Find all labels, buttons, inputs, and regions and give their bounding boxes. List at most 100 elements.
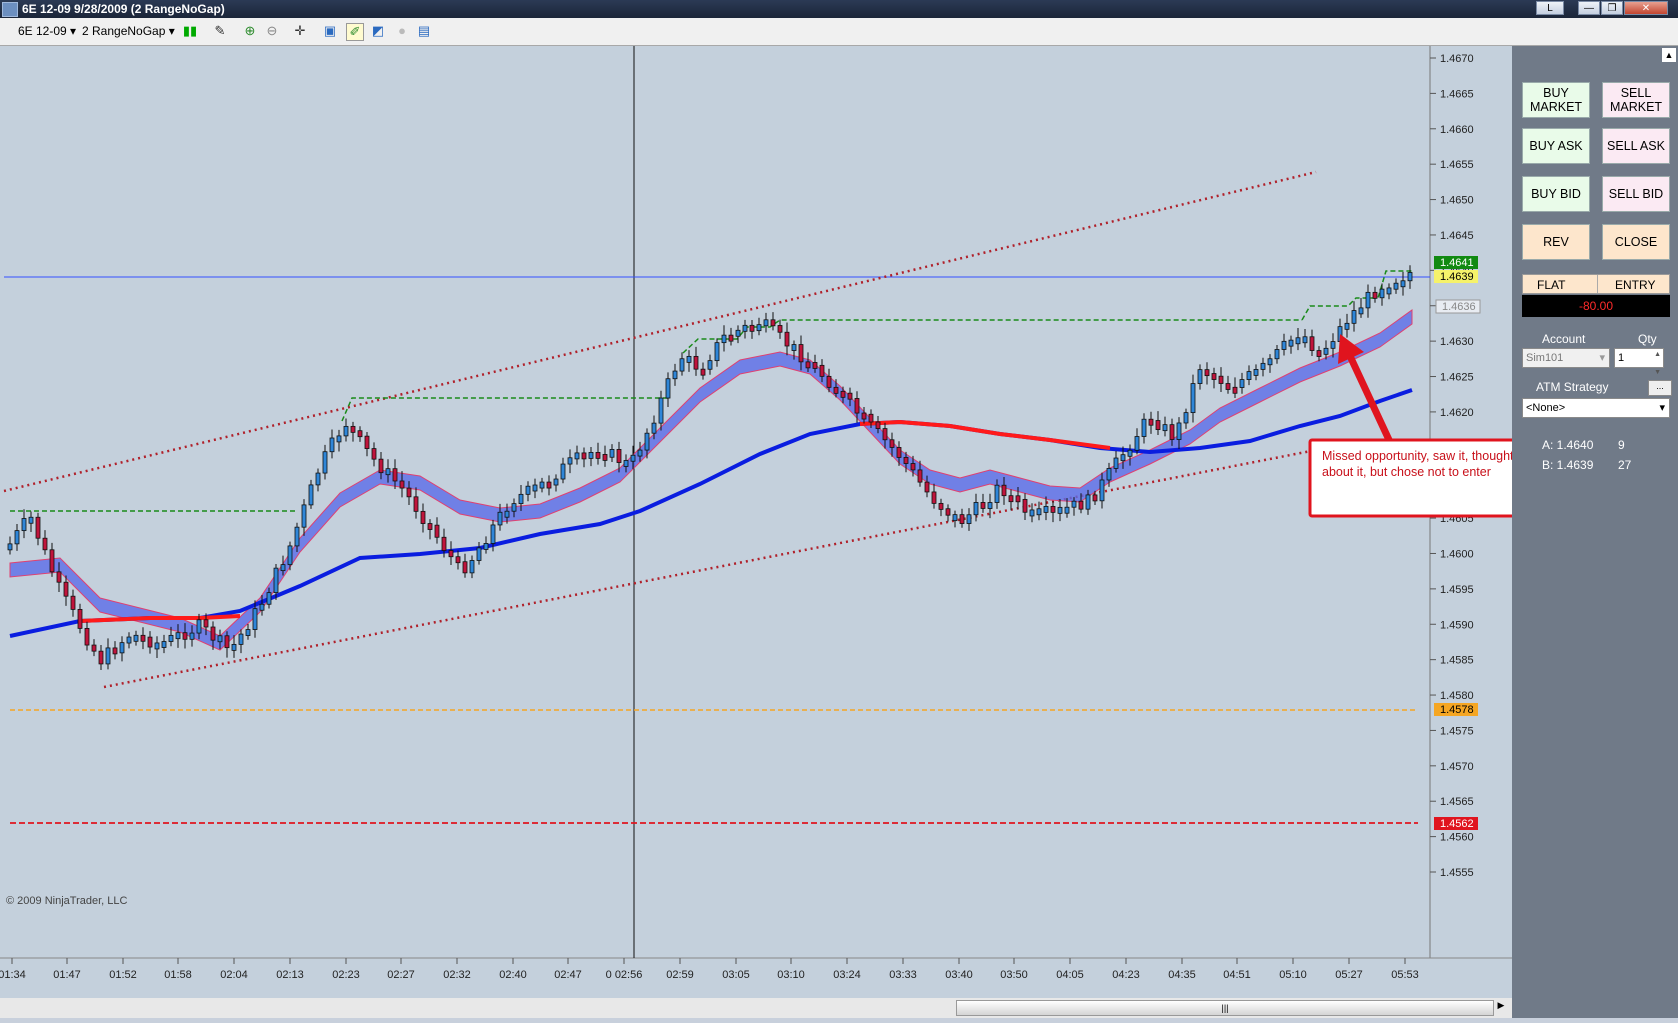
chart-canvas[interactable]: 1.4670 1.4665 1.4660 1.4655 1.4650 1.4645 1.46… [0, 46, 1546, 1018]
candle-body [1211, 373, 1217, 380]
candle-body [784, 331, 790, 347]
candle-body [1071, 500, 1077, 508]
buy-market-button[interactable]: BUY MARKET [1522, 82, 1590, 118]
candle-body [980, 502, 986, 509]
candle-body [868, 413, 874, 423]
ask-price-label: A: 1.4640 [1542, 438, 1594, 452]
maximize-button[interactable]: ❐ [1601, 1, 1623, 15]
minimize-button[interactable]: — [1578, 1, 1600, 15]
zoom-out-icon[interactable]: ⊖ [264, 23, 280, 39]
drawing-tool-icon[interactable]: ✎ [212, 23, 228, 39]
candle-body [280, 564, 286, 572]
data-box-icon[interactable]: ▤ [416, 23, 432, 39]
candle-body [1155, 420, 1161, 430]
close-window-button[interactable]: ✕ [1624, 1, 1668, 15]
candle-body [553, 478, 559, 486]
candle-body [1393, 282, 1399, 290]
strategy-icon[interactable]: ● [394, 23, 410, 39]
candle-body [1169, 424, 1175, 440]
candle-body [462, 561, 468, 574]
candle-body [1309, 336, 1315, 351]
close-position-button[interactable]: CLOSE [1602, 224, 1670, 260]
candle-body [1134, 436, 1140, 451]
x-tick-label: 01:34 [0, 969, 26, 981]
candle-body [161, 641, 167, 648]
y-tick-label: 1.4595 [1440, 584, 1474, 596]
y-tick-label: 1.4650 [1440, 195, 1474, 207]
candle-body [1057, 506, 1063, 514]
instrument-selector[interactable]: 6E 12-09 ▾ [18, 24, 76, 38]
candle-body [1015, 495, 1021, 503]
y-tick-label: 1.4630 [1440, 336, 1474, 348]
candle-body [609, 449, 615, 458]
chart-trader-icon[interactable]: ✐ [346, 23, 364, 41]
zoom-in-icon[interactable]: ⊕ [242, 23, 258, 39]
candle-body [301, 504, 307, 528]
link-button[interactable]: L [1536, 1, 1564, 15]
chart-style-icon[interactable]: ▮▮ [182, 23, 198, 39]
candle-body [1183, 412, 1189, 424]
candle-body [665, 378, 671, 399]
candle-body [420, 510, 426, 524]
candle-body [903, 457, 909, 464]
candle-body [1316, 350, 1322, 357]
candle-body [1302, 336, 1308, 344]
candle-body [518, 493, 524, 505]
candle-body [567, 457, 573, 465]
sell-market-button[interactable]: SELL MARKET [1602, 82, 1670, 118]
candle-body [1092, 494, 1098, 502]
scroll-right-arrow-icon[interactable]: ▶ [1494, 1000, 1508, 1014]
period-selector[interactable]: 2 RangeNoGap ▾ [82, 24, 175, 38]
price-chart[interactable]: 1.4670 1.4665 1.4660 1.4655 1.4650 1.4645 1.46… [0, 46, 1546, 1018]
candle-body [434, 524, 440, 538]
sell-bid-button[interactable]: SELL BID [1602, 176, 1670, 212]
bid-price-label: B: 1.4639 [1542, 458, 1594, 472]
crosshair-icon[interactable]: ✛ [292, 23, 308, 39]
candle-body [147, 636, 153, 648]
candle-body [574, 452, 580, 460]
candle-body [728, 334, 734, 342]
annotation-text: Missed opportunity, saw it, thought abou… [1322, 449, 1514, 479]
account-select[interactable]: Sim101 ▾ [1522, 348, 1610, 368]
candle-body [966, 514, 972, 524]
x-tick-label: 03:40 [945, 969, 973, 981]
atm-strategy-label: ATM Strategy [1536, 380, 1609, 394]
sell-ask-button[interactable]: SELL ASK [1602, 128, 1670, 164]
indicators-icon[interactable]: ◩ [370, 23, 386, 39]
candle-body [308, 484, 314, 506]
panel-collapse-icon[interactable]: ▲ [1662, 48, 1676, 62]
buy-bid-button[interactable]: BUY BID [1522, 176, 1590, 212]
candle-body [1176, 422, 1182, 440]
candle-body [833, 386, 839, 394]
buy-ask-button[interactable]: BUY ASK [1522, 128, 1590, 164]
horizontal-scrollbar[interactable]: ||| ▶ [0, 998, 1512, 1018]
atm-settings-button[interactable]: ... [1648, 380, 1672, 396]
candle-body [252, 608, 258, 630]
candle-body [1008, 495, 1014, 503]
candle-body [581, 452, 587, 460]
candle-body [245, 629, 251, 636]
reverse-button[interactable]: REV [1522, 224, 1590, 260]
qty-stepper[interactable]: 1 ▲ ▼ [1614, 348, 1664, 376]
candle-body [329, 437, 335, 453]
candle-body [938, 502, 944, 510]
candle-body [952, 514, 958, 522]
candle-body [819, 364, 825, 377]
candle-body [210, 626, 216, 641]
candle-body [112, 647, 118, 655]
chevron-down-icon: ▾ [1659, 402, 1665, 414]
candle-body [322, 451, 328, 474]
candle-body [287, 545, 293, 566]
candle-body [350, 425, 356, 433]
candle-body [119, 642, 125, 654]
atm-strategy-select[interactable]: <None> ▾ [1522, 398, 1670, 418]
candle-body [1190, 383, 1196, 414]
candle-body [917, 469, 923, 483]
candle-body [742, 324, 748, 332]
x-tick-label: 03:24 [833, 969, 861, 981]
window-title-bar: 6E 12-09 9/28/2009 (2 RangeNoGap) L — ❐ … [0, 0, 1678, 18]
properties-icon[interactable]: ▣ [322, 23, 338, 39]
candle-body [840, 390, 846, 398]
candle-body [406, 487, 412, 498]
scroll-thumb[interactable]: ||| [956, 1000, 1494, 1016]
